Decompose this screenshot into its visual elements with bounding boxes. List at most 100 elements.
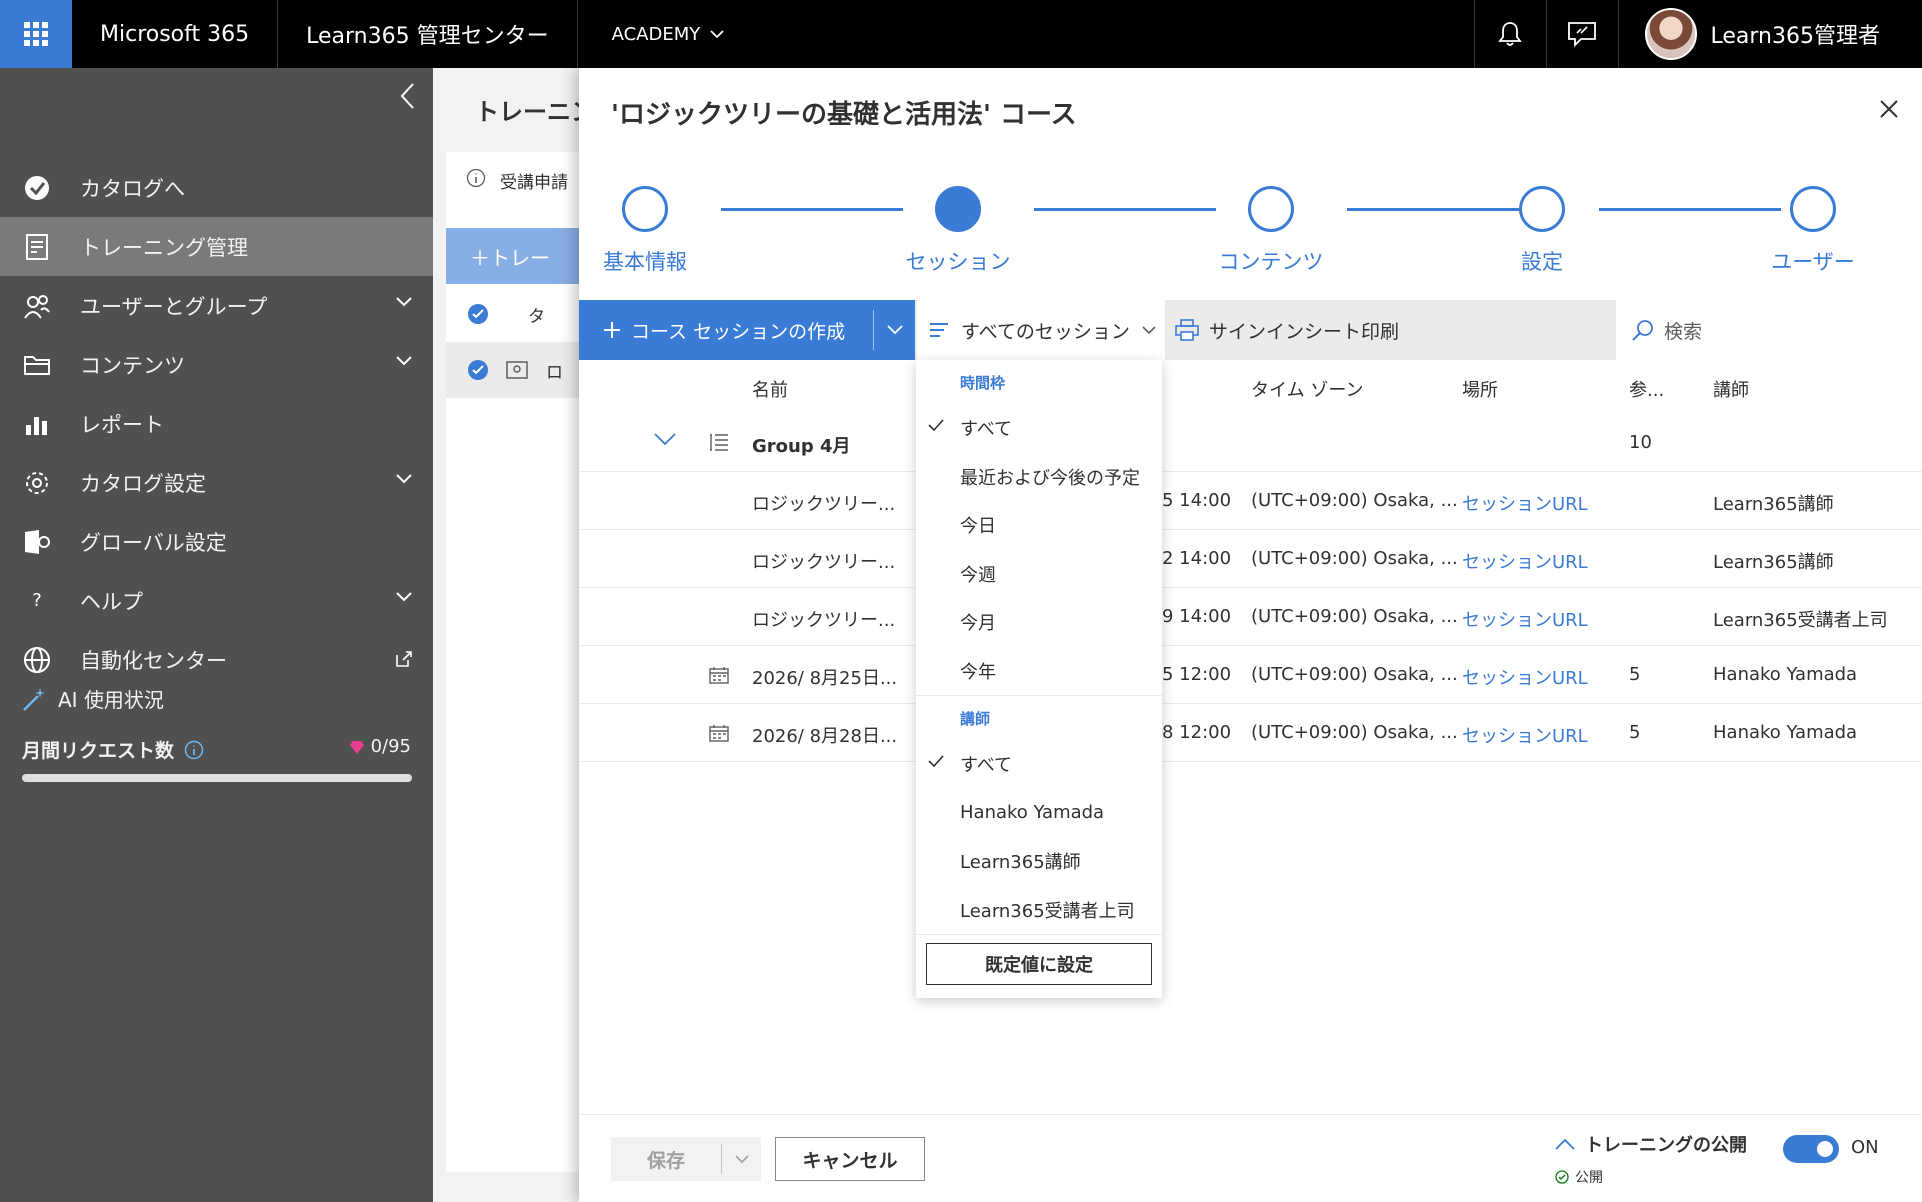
session-row[interactable]: 2026/ 8月25日... 5 12:00 (UTC+09:00) Osaka… bbox=[579, 646, 1922, 704]
sidebar-item-label: 自動化センター bbox=[80, 648, 227, 673]
menu-item-instructor[interactable]: Learn365講師 bbox=[916, 837, 1162, 886]
users-icon bbox=[20, 289, 54, 323]
menu-item-this-week[interactable]: 今週 bbox=[916, 550, 1162, 599]
panel-title: 'ロジックツリーの基礎と活用法' コース bbox=[611, 100, 1077, 130]
search-input[interactable]: 検索 bbox=[1616, 300, 1922, 360]
publish-toggle[interactable] bbox=[1783, 1135, 1839, 1163]
table-row[interactable]: ロ bbox=[446, 342, 586, 398]
session-row[interactable]: ロジックツリー... 5 14:00 (UTC+09:00) Osaka, ..… bbox=[579, 472, 1922, 530]
sidebar-item-catalog-settings[interactable]: カタログ設定 bbox=[0, 453, 433, 512]
column-header-timezone[interactable]: タイム ゾーン bbox=[1251, 376, 1363, 402]
session-name[interactable]: 2026/ 8月25日... bbox=[752, 664, 897, 690]
save-dropdown[interactable] bbox=[721, 1144, 761, 1174]
session-row[interactable]: ロジックツリー... 2 14:00 (UTC+09:00) Osaka, ..… bbox=[579, 530, 1922, 588]
close-icon bbox=[1880, 100, 1898, 118]
session-name[interactable]: ロジックツリー... bbox=[752, 548, 895, 574]
bell-icon bbox=[1498, 22, 1522, 46]
feedback-button[interactable] bbox=[1545, 0, 1618, 68]
close-button[interactable] bbox=[1880, 100, 1898, 123]
tenant-switcher[interactable]: ACADEMY bbox=[578, 24, 759, 45]
info-icon[interactable] bbox=[184, 740, 204, 760]
menu-item-recent-upcoming[interactable]: 最近および今後の予定 bbox=[916, 453, 1162, 502]
brand-name[interactable]: Microsoft 365 bbox=[72, 0, 279, 68]
sidebar-item-label: グローバル設定 bbox=[80, 530, 227, 555]
session-url-link[interactable]: セッションURL bbox=[1462, 548, 1588, 574]
user-menu[interactable]: Learn365管理者 bbox=[1617, 0, 1922, 68]
menu-item-today[interactable]: 今日 bbox=[916, 501, 1162, 550]
session-row[interactable]: 2026/ 8月28日... 8 12:00 (UTC+09:00) Osaka… bbox=[579, 704, 1922, 762]
sidebar-item-help[interactable]: ? ヘルプ bbox=[0, 571, 433, 630]
plus-icon bbox=[604, 322, 620, 338]
create-session-button[interactable]: コース セッションの作成 bbox=[579, 300, 915, 360]
step-session[interactable]: セッション bbox=[878, 186, 1038, 276]
checkbox-icon[interactable] bbox=[468, 304, 488, 324]
column-header-name[interactable]: 名前 bbox=[752, 376, 788, 402]
wizard-stepper: 基本情報 セッション コンテンツ 設定 ユーザー bbox=[579, 186, 1922, 286]
menu-item-this-year[interactable]: 今年 bbox=[916, 647, 1162, 696]
sidebar-item-training[interactable]: トレーニング管理 bbox=[0, 217, 433, 276]
monthly-requests-label: 月間リクエスト数 bbox=[22, 736, 204, 763]
chevron-down-icon bbox=[396, 297, 412, 307]
magic-wand-icon bbox=[23, 687, 45, 711]
session-filter-button[interactable]: すべてのセッション bbox=[917, 300, 1165, 360]
menu-item-instructor[interactable]: Learn365受講者上司 bbox=[916, 886, 1162, 935]
step-basic-info[interactable]: 基本情報 bbox=[565, 186, 725, 276]
session-url-link[interactable]: セッションURL bbox=[1462, 606, 1588, 632]
session-url-link[interactable]: セッションURL bbox=[1462, 664, 1588, 690]
menu-item-timeframe-all[interactable]: すべて bbox=[916, 404, 1162, 453]
step-users[interactable]: ユーザー bbox=[1733, 186, 1893, 276]
sidebar-nav: カタログへ トレーニング管理 ユーザーとグループ コンテンツ レポート カタログ… bbox=[0, 158, 433, 689]
sidebar-item-label: ユーザーとグループ bbox=[80, 294, 268, 319]
create-session-dropdown[interactable] bbox=[873, 310, 915, 350]
app-name[interactable]: Learn365 管理センター bbox=[278, 0, 578, 68]
checkbox-icon[interactable] bbox=[468, 360, 488, 380]
column-header-instructor[interactable]: 講師 bbox=[1713, 376, 1749, 402]
global-settings-icon bbox=[20, 525, 54, 559]
step-label: セッション bbox=[905, 250, 1011, 274]
group-list-icon bbox=[709, 433, 729, 456]
sidebar-item-global-settings[interactable]: グローバル設定 bbox=[0, 512, 433, 571]
session-name[interactable]: ロジックツリー... bbox=[752, 606, 895, 632]
app-launcher-button[interactable] bbox=[0, 0, 72, 68]
cancel-button[interactable]: キャンセル bbox=[775, 1137, 925, 1181]
sidebar-item-catalog[interactable]: カタログへ bbox=[0, 158, 433, 217]
notifications-button[interactable] bbox=[1473, 0, 1546, 68]
sidebar-item-reports[interactable]: レポート bbox=[0, 394, 433, 453]
sidebar-item-content[interactable]: コンテンツ bbox=[0, 335, 433, 394]
column-header-location[interactable]: 場所 bbox=[1462, 376, 1498, 402]
info-icon bbox=[466, 168, 486, 188]
step-content[interactable]: コンテンツ bbox=[1191, 186, 1351, 276]
chevron-down-icon bbox=[1142, 325, 1156, 334]
set-default-button[interactable]: 既定値に設定 bbox=[926, 943, 1152, 985]
step-label: 設定 bbox=[1521, 250, 1563, 274]
step-settings[interactable]: 設定 bbox=[1462, 186, 1622, 276]
menu-item-instructor-all[interactable]: すべて bbox=[916, 740, 1162, 789]
session-url-link[interactable]: セッションURL bbox=[1462, 722, 1588, 748]
save-button[interactable]: 保存 bbox=[611, 1137, 761, 1181]
group-row[interactable]: Group 4月 10 bbox=[579, 414, 1922, 472]
sidebar-item-users-groups[interactable]: ユーザーとグループ bbox=[0, 276, 433, 335]
publish-section[interactable]: トレーニングの公開 bbox=[1555, 1131, 1747, 1157]
session-time: 8 12:00 bbox=[1162, 722, 1232, 743]
menu-item-instructor[interactable]: Hanako Yamada bbox=[916, 789, 1162, 838]
group-participants: 10 bbox=[1629, 432, 1652, 453]
collapse-sidebar-button[interactable] bbox=[399, 82, 415, 117]
column-header-participants[interactable]: 参... bbox=[1629, 376, 1664, 402]
session-row[interactable]: ロジックツリー... 9 14:00 (UTC+09:00) Osaka, ..… bbox=[579, 588, 1922, 646]
create-session-main[interactable]: コース セッションの作成 bbox=[579, 300, 873, 360]
sidebar-item-automation-center[interactable]: 自動化センター bbox=[0, 630, 433, 689]
session-time: 5 14:00 bbox=[1162, 490, 1232, 511]
menu-item-this-month[interactable]: 今月 bbox=[916, 598, 1162, 647]
print-signin-sheet-button[interactable]: サインインシート印刷 bbox=[1175, 300, 1399, 360]
training-icon bbox=[20, 230, 54, 264]
step-circle bbox=[935, 186, 981, 232]
session-time: 9 14:00 bbox=[1162, 606, 1232, 627]
session-name[interactable]: 2026/ 8月28日... bbox=[752, 722, 897, 748]
expand-chevron-icon[interactable] bbox=[654, 430, 676, 451]
table-row[interactable]: タ bbox=[446, 286, 586, 342]
session-url-link[interactable]: セッションURL bbox=[1462, 490, 1588, 516]
sidebar-item-label: コンテンツ bbox=[80, 353, 185, 378]
session-name[interactable]: ロジックツリー... bbox=[752, 490, 895, 516]
ai-usage-title: AI 使用状況 bbox=[22, 684, 164, 713]
usage-progress-bar bbox=[22, 774, 412, 782]
